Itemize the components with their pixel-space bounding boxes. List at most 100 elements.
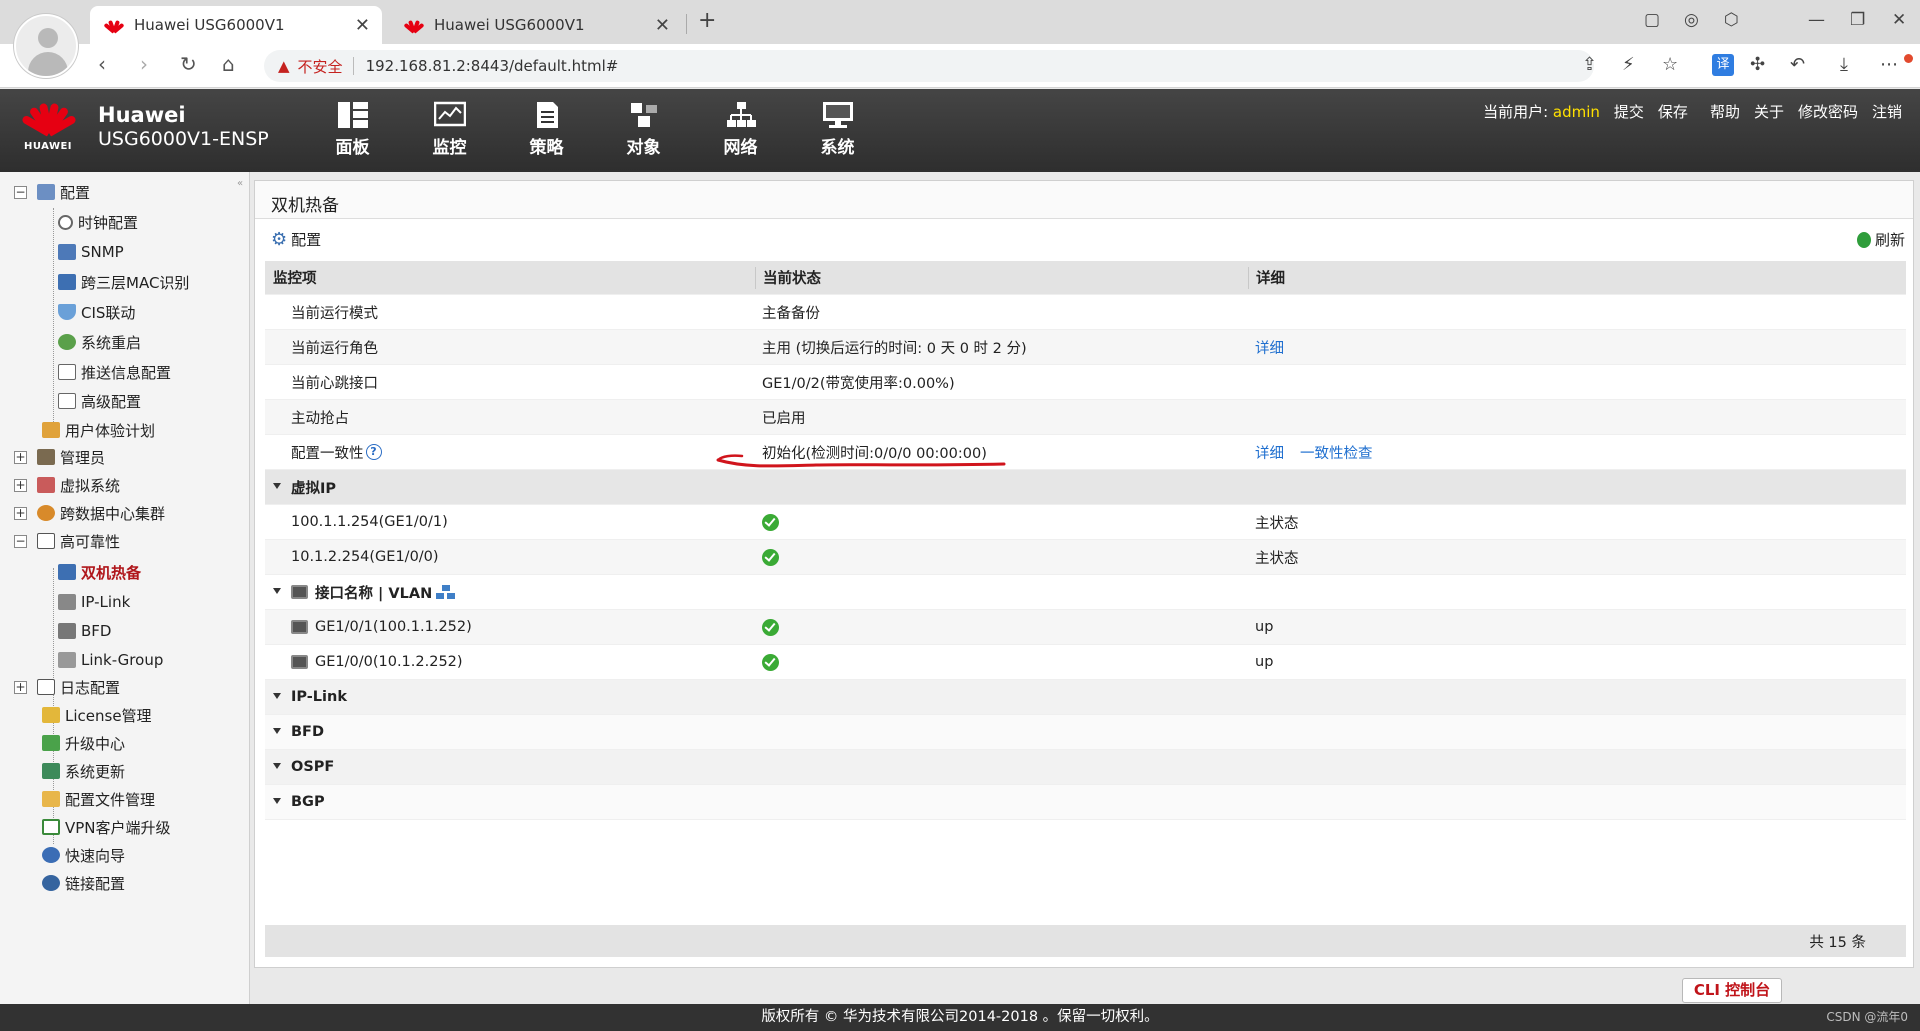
sidebar-item-log-config[interactable]: + 日志配置 — [14, 675, 120, 699]
check-ok-icon — [762, 548, 779, 566]
collapse-triangle-icon[interactable] — [273, 798, 281, 804]
minimize-icon[interactable]: — — [1808, 10, 1825, 30]
browser-tab-1[interactable]: Huawei USG6000V1 ✕ — [90, 6, 382, 44]
column-header-status[interactable]: 当前状态 — [763, 261, 821, 294]
sidebar-item-vpn-client[interactable]: VPN客户端升级 — [42, 815, 171, 839]
inprivate-icon[interactable]: ◎ — [1684, 10, 1699, 30]
column-header-item[interactable]: 监控项 — [273, 261, 317, 294]
sidebar-item-clock[interactable]: 时钟配置 — [58, 210, 138, 234]
group-row-ospf[interactable]: OSPF — [265, 750, 1906, 785]
collapse-triangle-icon[interactable] — [273, 693, 281, 699]
extensions-icon[interactable]: ⬡ — [1724, 10, 1739, 30]
collapse-triangle-icon[interactable] — [273, 728, 281, 734]
sidebar-item-cis[interactable]: CIS联动 — [58, 300, 135, 324]
nav-object[interactable]: 对象 — [595, 93, 692, 158]
back-icon[interactable]: ‹ — [98, 52, 106, 76]
reload-icon[interactable]: ↻ — [180, 52, 197, 76]
browser-tab-2[interactable]: Huawei USG6000V1 ✕ — [390, 6, 682, 44]
sidebar-item-reboot[interactable]: 系统重启 — [58, 330, 141, 354]
submit-link[interactable]: 提交 — [1614, 101, 1644, 122]
tab-count-icon[interactable]: ▢ — [1644, 10, 1660, 30]
user-bar: 当前用户: admin 提交 保存 帮助 关于 修改密码 注销 — [1483, 101, 1902, 122]
sidebar-item-mac-identify[interactable]: 跨三层MAC识别 — [58, 270, 189, 294]
column-header-detail[interactable]: 详细 — [1256, 261, 1285, 294]
group-row-bgp[interactable]: BGP — [265, 785, 1906, 820]
expand-icon[interactable]: + — [14, 450, 27, 464]
logout-link[interactable]: 注销 — [1872, 101, 1902, 122]
flash-icon[interactable]: ⚡ — [1622, 54, 1635, 75]
puzzle-icon[interactable]: ✣ — [1750, 54, 1765, 75]
object-icon — [628, 101, 660, 129]
translate-icon[interactable]: 译 — [1712, 54, 1734, 76]
consistency-check-link[interactable]: 一致性检查 — [1300, 442, 1373, 463]
help-icon[interactable]: ? — [365, 444, 382, 460]
sidebar-item-admin[interactable]: + 管理员 — [14, 445, 105, 469]
sidebar-item-high-availability[interactable]: − 高可靠性 — [14, 529, 120, 553]
help-link[interactable]: 帮助 — [1710, 101, 1740, 122]
sidebar-item-user-experience[interactable]: 用户体验计划 — [42, 418, 155, 442]
expand-icon[interactable]: + — [14, 680, 27, 694]
sidebar-item-vsys[interactable]: + 虚拟系统 — [14, 473, 120, 497]
close-window-icon[interactable]: ✕ — [1892, 10, 1906, 30]
sidebar-item-license[interactable]: License管理 — [42, 703, 152, 727]
role-detail-link[interactable]: 详细 — [1255, 337, 1284, 358]
share-icon[interactable]: ⇪ — [1582, 54, 1597, 75]
sidebar-item-cross-dc-cluster[interactable]: + 跨数据中心集群 — [14, 501, 165, 525]
table-row: 配置一致性? 初始化(检测时间:0/0/0 00:00:00) 详细 一致性检查 — [265, 435, 1906, 470]
security-status[interactable]: 不安全 — [298, 56, 343, 77]
sidebar-item-link-config[interactable]: 链接配置 — [42, 871, 125, 895]
close-tab-icon[interactable]: ✕ — [355, 15, 370, 36]
group-row-virtual-ip[interactable]: 虚拟IP — [265, 470, 1906, 505]
sidebar-item-config-file[interactable]: 配置文件管理 — [42, 787, 155, 811]
sidebar-item-push-info[interactable]: 推送信息配置 — [58, 360, 171, 384]
maximize-icon[interactable]: ❐ — [1850, 10, 1865, 30]
nav-monitor[interactable]: 监控 — [401, 93, 498, 158]
group-row-bfd[interactable]: BFD — [265, 715, 1906, 750]
about-link[interactable]: 关于 — [1754, 101, 1784, 122]
sidebar-item-ip-link[interactable]: IP-Link — [58, 590, 130, 614]
sidebar-item-quick-wizard[interactable]: 快速向导 — [42, 843, 125, 867]
consistency-detail-link[interactable]: 详细 — [1255, 442, 1284, 463]
sidebar-item-bfd[interactable]: BFD — [58, 619, 111, 643]
collapse-triangle-icon[interactable] — [273, 588, 281, 594]
new-tab-button[interactable]: + — [698, 8, 716, 33]
collapse-triangle-icon[interactable] — [273, 483, 281, 489]
sidebar-item-snmp[interactable]: SNMP — [58, 240, 124, 264]
forward-icon[interactable]: › — [140, 52, 148, 76]
group-row-interface[interactable]: 接口名称 | VLAN — [265, 575, 1906, 610]
change-password-link[interactable]: 修改密码 — [1798, 101, 1858, 122]
sidebar-item-config[interactable]: − 配置 — [14, 180, 90, 204]
nav-dashboard[interactable]: 面板 — [304, 93, 401, 158]
config-button[interactable]: ⚙ 配置 — [271, 229, 321, 250]
favorite-star-icon[interactable]: ☆ — [1662, 54, 1678, 75]
collapse-sidebar-icon[interactable]: « — [237, 178, 243, 189]
download-icon[interactable]: ⤓ — [1840, 54, 1848, 75]
sidebar-item-system-update[interactable]: 系统更新 — [42, 759, 125, 783]
refresh-button[interactable]: 刷新 — [1856, 229, 1905, 250]
panel-toolbar: ⚙ 配置 刷新 — [255, 219, 1913, 261]
undo-icon[interactable]: ↶ — [1790, 54, 1805, 75]
home-icon[interactable]: ⌂ — [222, 52, 235, 76]
nav-system[interactable]: 系统 — [789, 93, 886, 158]
expand-icon[interactable]: + — [14, 478, 27, 492]
vlan-icon — [436, 585, 456, 599]
group-row-ip-link[interactable]: IP-Link — [265, 680, 1906, 715]
url-text[interactable]: 192.168.81.2:8443/default.html# — [366, 57, 619, 75]
sidebar-item-hot-standby[interactable]: 双机热备 — [58, 560, 141, 584]
sidebar-item-link-group[interactable]: Link-Group — [58, 648, 163, 672]
close-tab-icon[interactable]: ✕ — [655, 15, 670, 36]
nav-policy[interactable]: 策略 — [498, 93, 595, 158]
url-field[interactable]: ▲ 不安全 192.168.81.2:8443/default.html# — [264, 50, 1594, 82]
expand-icon[interactable]: + — [14, 506, 27, 520]
cli-console-button[interactable]: CLI 控制台 — [1682, 978, 1782, 1003]
table-footer: 共 15 条 — [265, 925, 1906, 957]
collapse-icon[interactable]: − — [14, 185, 27, 199]
collapse-icon[interactable]: − — [14, 534, 27, 548]
sidebar-item-upgrade-center[interactable]: 升级中心 — [42, 731, 125, 755]
save-link[interactable]: 保存 — [1658, 101, 1688, 122]
more-icon[interactable]: ⋯ — [1880, 54, 1898, 75]
nav-network[interactable]: 网络 — [692, 93, 789, 158]
sidebar-item-advanced[interactable]: 高级配置 — [58, 389, 141, 413]
collapse-triangle-icon[interactable] — [273, 763, 281, 769]
profile-avatar[interactable] — [14, 14, 78, 78]
